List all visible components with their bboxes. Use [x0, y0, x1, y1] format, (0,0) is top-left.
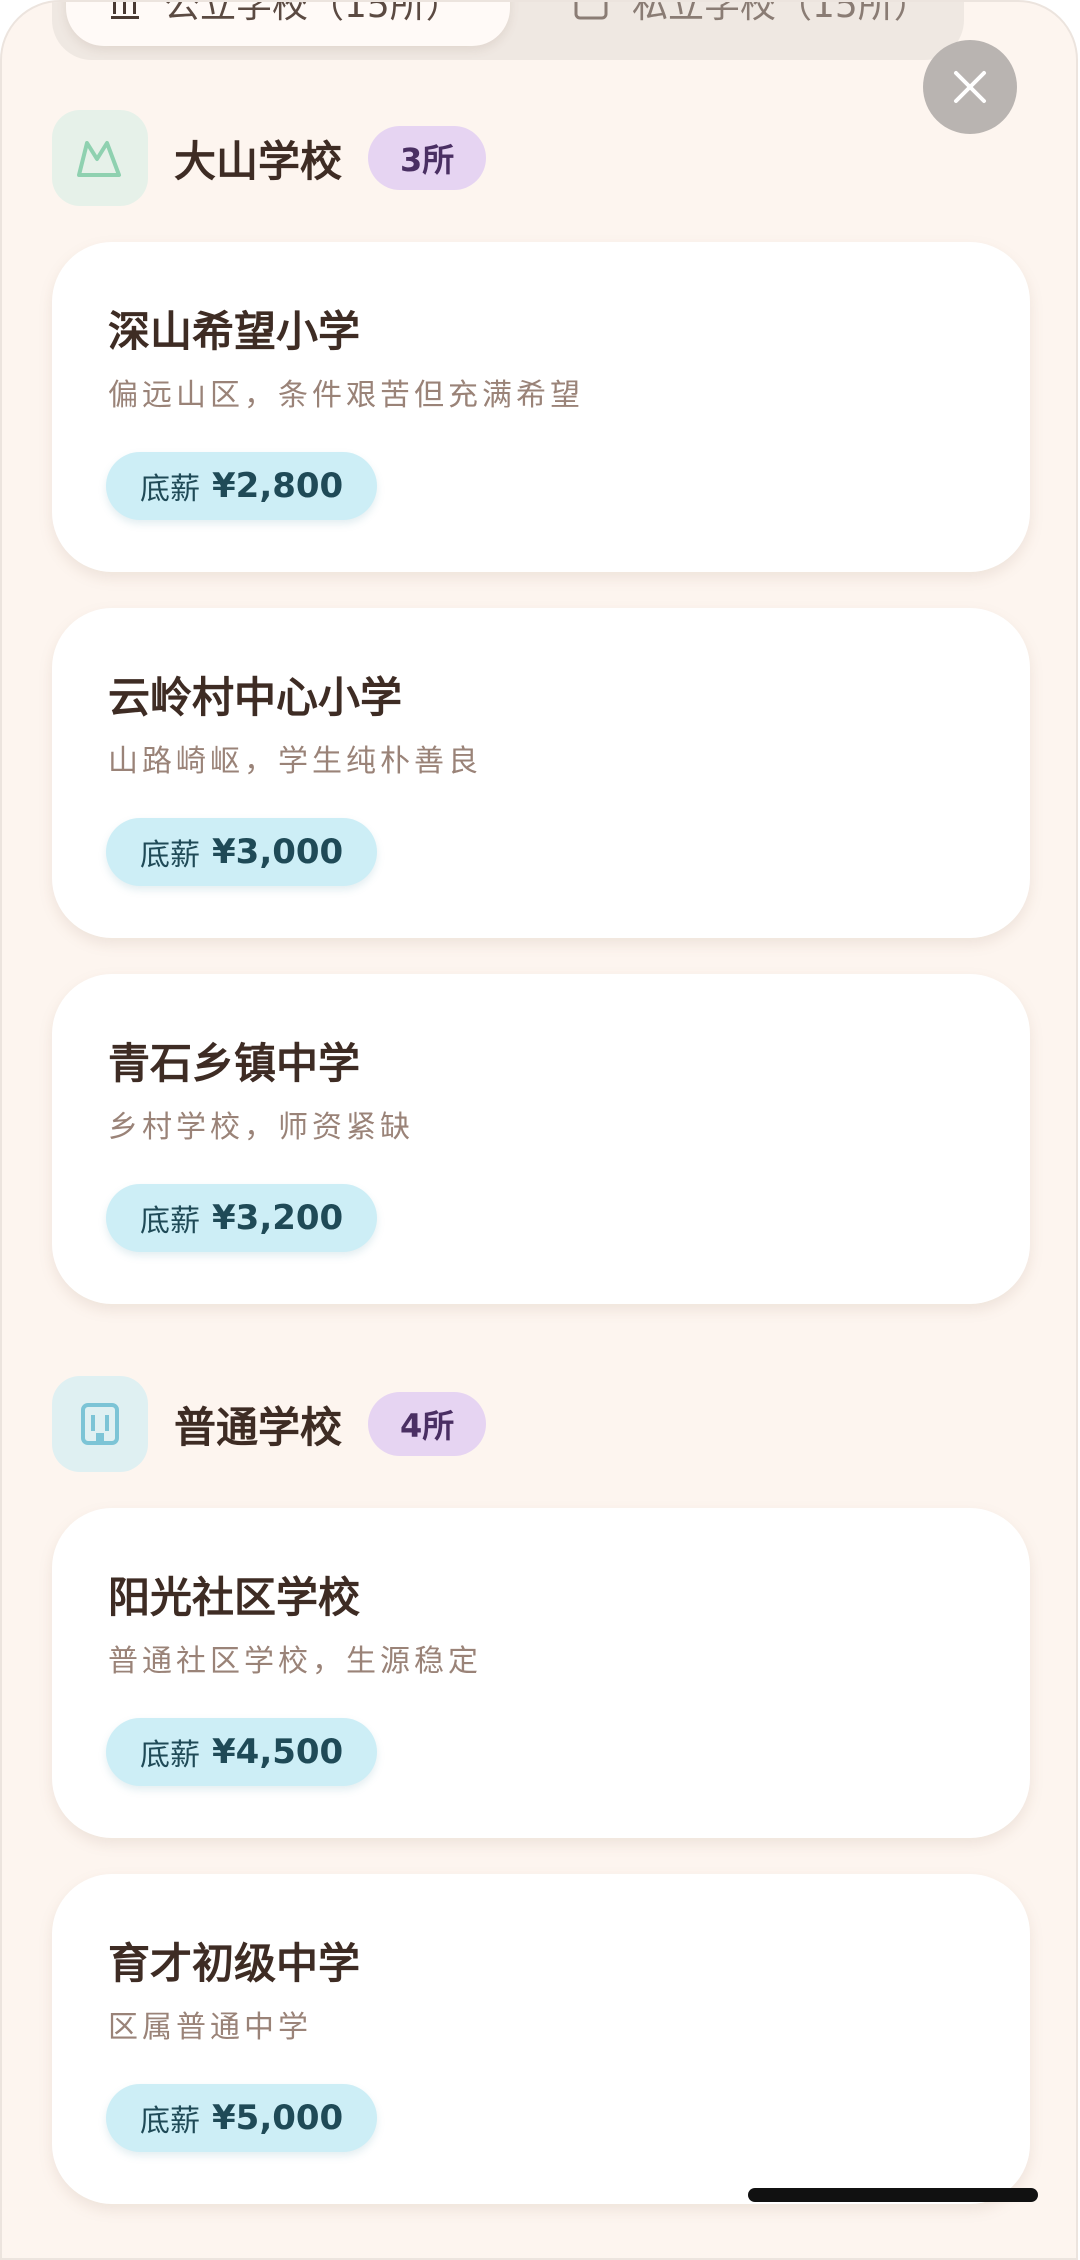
tab-public-label: 公立学校（15所） — [164, 0, 462, 26]
tab-private-label: 私立学校（15所） — [632, 0, 930, 26]
salary-badge: 底薪 ¥3,200 — [106, 1184, 378, 1252]
salary-label: 底薪 — [140, 2104, 200, 2139]
school-card[interactable]: 阳光社区学校 普通社区学校，生源稳定 底薪 ¥4,500 — [52, 1508, 1030, 1838]
salary-label: 底薪 — [140, 1204, 200, 1239]
salary-badge: 底薪 ¥5,000 — [106, 2084, 378, 2152]
salary-label: 底薪 — [140, 472, 200, 507]
salary-label: 底薪 — [140, 1738, 200, 1773]
school-name: 育才初级中学 — [108, 1939, 361, 1988]
school-card[interactable]: 深山希望小学 偏远山区，条件艰苦但充满希望 底薪 ¥2,800 — [52, 242, 1030, 572]
building-icon — [52, 1376, 148, 1472]
salary-value: ¥4,500 — [212, 1732, 344, 1772]
close-button[interactable] — [923, 40, 1017, 134]
school-card[interactable]: 云岭村中心小学 山路崎岖，学生纯朴善良 底薪 ¥3,000 — [52, 608, 1030, 938]
school-card[interactable]: 育才初级中学 区属普通中学 底薪 ¥5,000 — [52, 1874, 1030, 2204]
salary-value: ¥3,200 — [212, 1198, 344, 1238]
school-description: 偏远山区，条件艰苦但充满希望 — [108, 378, 584, 413]
section-header-regular-schools: 普通学校 4所 — [52, 1376, 487, 1472]
school-description: 乡村学校，师资紧缺 — [108, 1110, 414, 1145]
count-badge: 3所 — [368, 126, 487, 190]
school-description: 山路崎岖，学生纯朴善良 — [108, 744, 482, 779]
school-card[interactable]: 青石乡镇中学 乡村学校，师资紧缺 底薪 ¥3,200 — [52, 974, 1030, 1304]
school-name: 青石乡镇中学 — [108, 1039, 361, 1088]
mountain-icon — [52, 110, 148, 206]
salary-value: ¥3,000 — [212, 832, 344, 872]
section-title: 大山学校 — [174, 136, 343, 186]
school-name: 阳光社区学校 — [108, 1573, 361, 1622]
close-icon — [954, 71, 986, 103]
school-description: 区属普通中学 — [108, 2010, 312, 2045]
tab-public-schools[interactable]: 公立学校（15所） — [66, 0, 510, 46]
salary-badge: 底薪 ¥4,500 — [106, 1718, 378, 1786]
section-title: 普通学校 — [174, 1402, 343, 1452]
salary-badge: 底薪 ¥3,000 — [106, 818, 378, 886]
count-badge: 4所 — [368, 1392, 487, 1456]
school-description: 普通社区学校，生源稳定 — [108, 1644, 482, 1679]
home-indicator — [748, 2188, 1038, 2202]
briefcase-icon — [574, 2, 608, 28]
salary-value: ¥2,800 — [212, 466, 344, 506]
salary-value: ¥5,000 — [212, 2098, 344, 2138]
school-type-tabs: 公立学校（15所） 私立学校（15所） — [52, 0, 964, 60]
building-columns-icon — [110, 2, 140, 28]
tab-private-schools[interactable]: 私立学校（15所） — [544, 0, 944, 46]
salary-badge: 底薪 ¥2,800 — [106, 452, 378, 520]
salary-label: 底薪 — [140, 838, 200, 873]
section-header-mountain-schools: 大山学校 3所 — [52, 110, 487, 206]
school-selection-sheet: 公立学校（15所） 私立学校（15所） 大山学校 3所 深山希望小学 偏远山区，… — [0, 0, 1078, 2260]
school-name: 深山希望小学 — [108, 307, 361, 356]
school-name: 云岭村中心小学 — [108, 673, 403, 722]
